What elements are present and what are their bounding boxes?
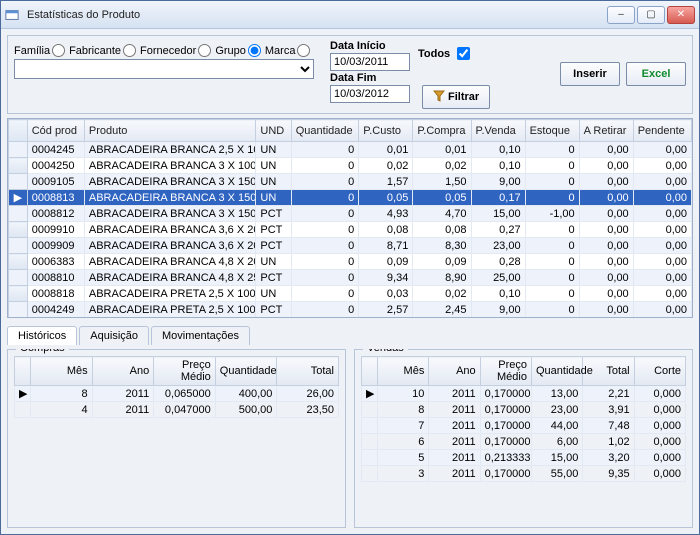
maximize-button[interactable]: ▢ <box>637 6 665 24</box>
col-header[interactable]: Quantidade <box>215 357 277 386</box>
col-header[interactable]: Produto <box>84 120 256 142</box>
compras-title: Compras <box>16 349 69 354</box>
client-area: Família Fabricante Fornecedor Grupo Marc… <box>1 29 699 534</box>
vendas-title: Vendas <box>363 349 408 354</box>
table-row[interactable]: 620110,1700006,001,020,000 <box>362 434 686 450</box>
start-date-input[interactable] <box>330 53 410 71</box>
radio-grupo-label: Grupo <box>215 45 246 57</box>
table-row[interactable]: 0009909ABRACADEIRA BRANCA 3,6 X 200MMPCT… <box>9 238 692 254</box>
table-row[interactable]: 0008818ABRACADEIRA PRETA 2,5 X 100MMUN00… <box>9 286 692 302</box>
table-row[interactable]: 420110,047000500,0023,50 <box>15 402 339 418</box>
table-row[interactable]: 0009105ABRACADEIRA BRANCA 3 X 150MMUN01,… <box>9 174 692 190</box>
table-row[interactable]: ▶0008813ABRACADEIRA BRANCA 3 X 150MMUN00… <box>9 190 692 206</box>
compras-grid[interactable]: MêsAnoPreço MédioQuantidadeTotal▶820110,… <box>14 356 339 418</box>
table-row[interactable]: ▶820110,065000400,0026,00 <box>15 386 339 402</box>
col-header[interactable]: Pendente <box>633 120 691 142</box>
col-header[interactable]: Ano <box>429 357 480 386</box>
filter-radios: Família Fabricante Fornecedor Grupo Marc… <box>14 40 314 57</box>
close-button[interactable]: ✕ <box>667 6 695 24</box>
table-row[interactable]: 0009910ABRACADEIRA BRANCA 3,6 X 200MMPCT… <box>9 222 692 238</box>
todos-checkbox[interactable] <box>457 47 470 60</box>
filter-select[interactable] <box>14 59 314 79</box>
table-row[interactable]: 0004249ABRACADEIRA PRETA 2,5 X 100MMPCT0… <box>9 302 692 318</box>
table-row[interactable]: 0004250ABRACADEIRA BRANCA 3 X 100MMUN00,… <box>9 158 692 174</box>
radio-familia-label: Família <box>14 45 50 57</box>
tab-movimentacoes[interactable]: Movimentações <box>151 326 250 345</box>
col-header[interactable]: Preço Médio <box>154 357 216 386</box>
col-header[interactable]: UND <box>256 120 291 142</box>
table-row[interactable]: 0006383ABRACADEIRA BRANCA 4,8 X 200MMUN0… <box>9 254 692 270</box>
tabs: Históricos Aquisição Movimentações <box>7 326 693 345</box>
col-header[interactable]: P.Venda <box>471 120 525 142</box>
minimize-button[interactable]: – <box>607 6 635 24</box>
app-window: Estatísticas do Produto – ▢ ✕ Família Fa… <box>0 0 700 535</box>
col-header[interactable]: P.Compra <box>413 120 471 142</box>
col-header[interactable]: Ano <box>92 357 154 386</box>
col-header[interactable]: A Retirar <box>579 120 633 142</box>
start-date-label: Data Início <box>330 40 410 52</box>
col-header[interactable]: Cód prod <box>27 120 84 142</box>
col-header[interactable]: P.Custo <box>359 120 413 142</box>
excel-button[interactable]: Excel <box>626 62 686 86</box>
radio-familia[interactable] <box>52 44 65 57</box>
radio-fabricante[interactable] <box>123 44 136 57</box>
inserir-label: Inserir <box>573 68 607 80</box>
radio-fornecedor-label: Fornecedor <box>140 45 196 57</box>
radio-fornecedor[interactable] <box>198 44 211 57</box>
table-row[interactable]: 0008812ABRACADEIRA BRANCA 3 X 150MMPCT04… <box>9 206 692 222</box>
table-row[interactable]: 0004247ABRACADEIRA PRETA 3,6 X 150MMUN00… <box>9 318 692 319</box>
col-header[interactable]: Estoque <box>525 120 579 142</box>
col-header[interactable]: Corte <box>634 357 685 386</box>
product-grid[interactable]: Cód prodProdutoUNDQuantidadeP.CustoP.Com… <box>7 118 693 318</box>
funnel-icon <box>433 90 445 105</box>
radio-marca[interactable] <box>297 44 310 57</box>
radio-marca-label: Marca <box>265 45 296 57</box>
table-row[interactable]: 820110,17000023,003,910,000 <box>362 402 686 418</box>
end-date-input[interactable] <box>330 85 410 103</box>
filter-panel: Família Fabricante Fornecedor Grupo Marc… <box>7 35 693 114</box>
col-header[interactable]: Mês <box>378 357 429 386</box>
compras-group: Compras MêsAnoPreço MédioQuantidadeTotal… <box>7 349 346 528</box>
radio-fabricante-label: Fabricante <box>69 45 121 57</box>
vendas-group: Vendas MêsAnoPreço MédioQuantidadeTotalC… <box>354 349 693 528</box>
table-row[interactable]: 320110,17000055,009,350,000 <box>362 466 686 482</box>
col-header[interactable]: Quantidade <box>291 120 359 142</box>
table-row[interactable]: 0004245ABRACADEIRA BRANCA 2,5 X 100MMUN0… <box>9 142 692 158</box>
table-row[interactable]: ▶1020110,17000013,002,210,000 <box>362 386 686 402</box>
titlebar: Estatísticas do Produto – ▢ ✕ <box>1 1 699 29</box>
table-row[interactable]: 720110,17000044,007,480,000 <box>362 418 686 434</box>
col-header[interactable]: Total <box>277 357 339 386</box>
table-row[interactable]: 0008810ABRACADEIRA BRANCA 4,8 X 250MMPCT… <box>9 270 692 286</box>
filtrar-label: Filtrar <box>448 91 479 103</box>
radio-grupo[interactable] <box>248 44 261 57</box>
window-title: Estatísticas do Produto <box>23 9 607 21</box>
col-header[interactable]: Mês <box>31 357 93 386</box>
inserir-button[interactable]: Inserir <box>560 62 620 86</box>
vendas-grid[interactable]: MêsAnoPreço MédioQuantidadeTotalCorte▶10… <box>361 356 686 482</box>
excel-label: Excel <box>642 68 671 80</box>
col-header[interactable]: Quantidade <box>531 357 582 386</box>
table-row[interactable]: 520110,21333315,003,200,000 <box>362 450 686 466</box>
todos-label: Todos <box>418 48 450 60</box>
end-date-label: Data Fim <box>330 72 410 84</box>
tab-historicos[interactable]: Históricos <box>7 326 77 345</box>
app-icon <box>5 8 19 22</box>
tab-aquisicao[interactable]: Aquisição <box>79 326 149 345</box>
filtrar-button[interactable]: Filtrar <box>422 85 490 109</box>
col-header[interactable]: Preço Médio <box>480 357 531 386</box>
